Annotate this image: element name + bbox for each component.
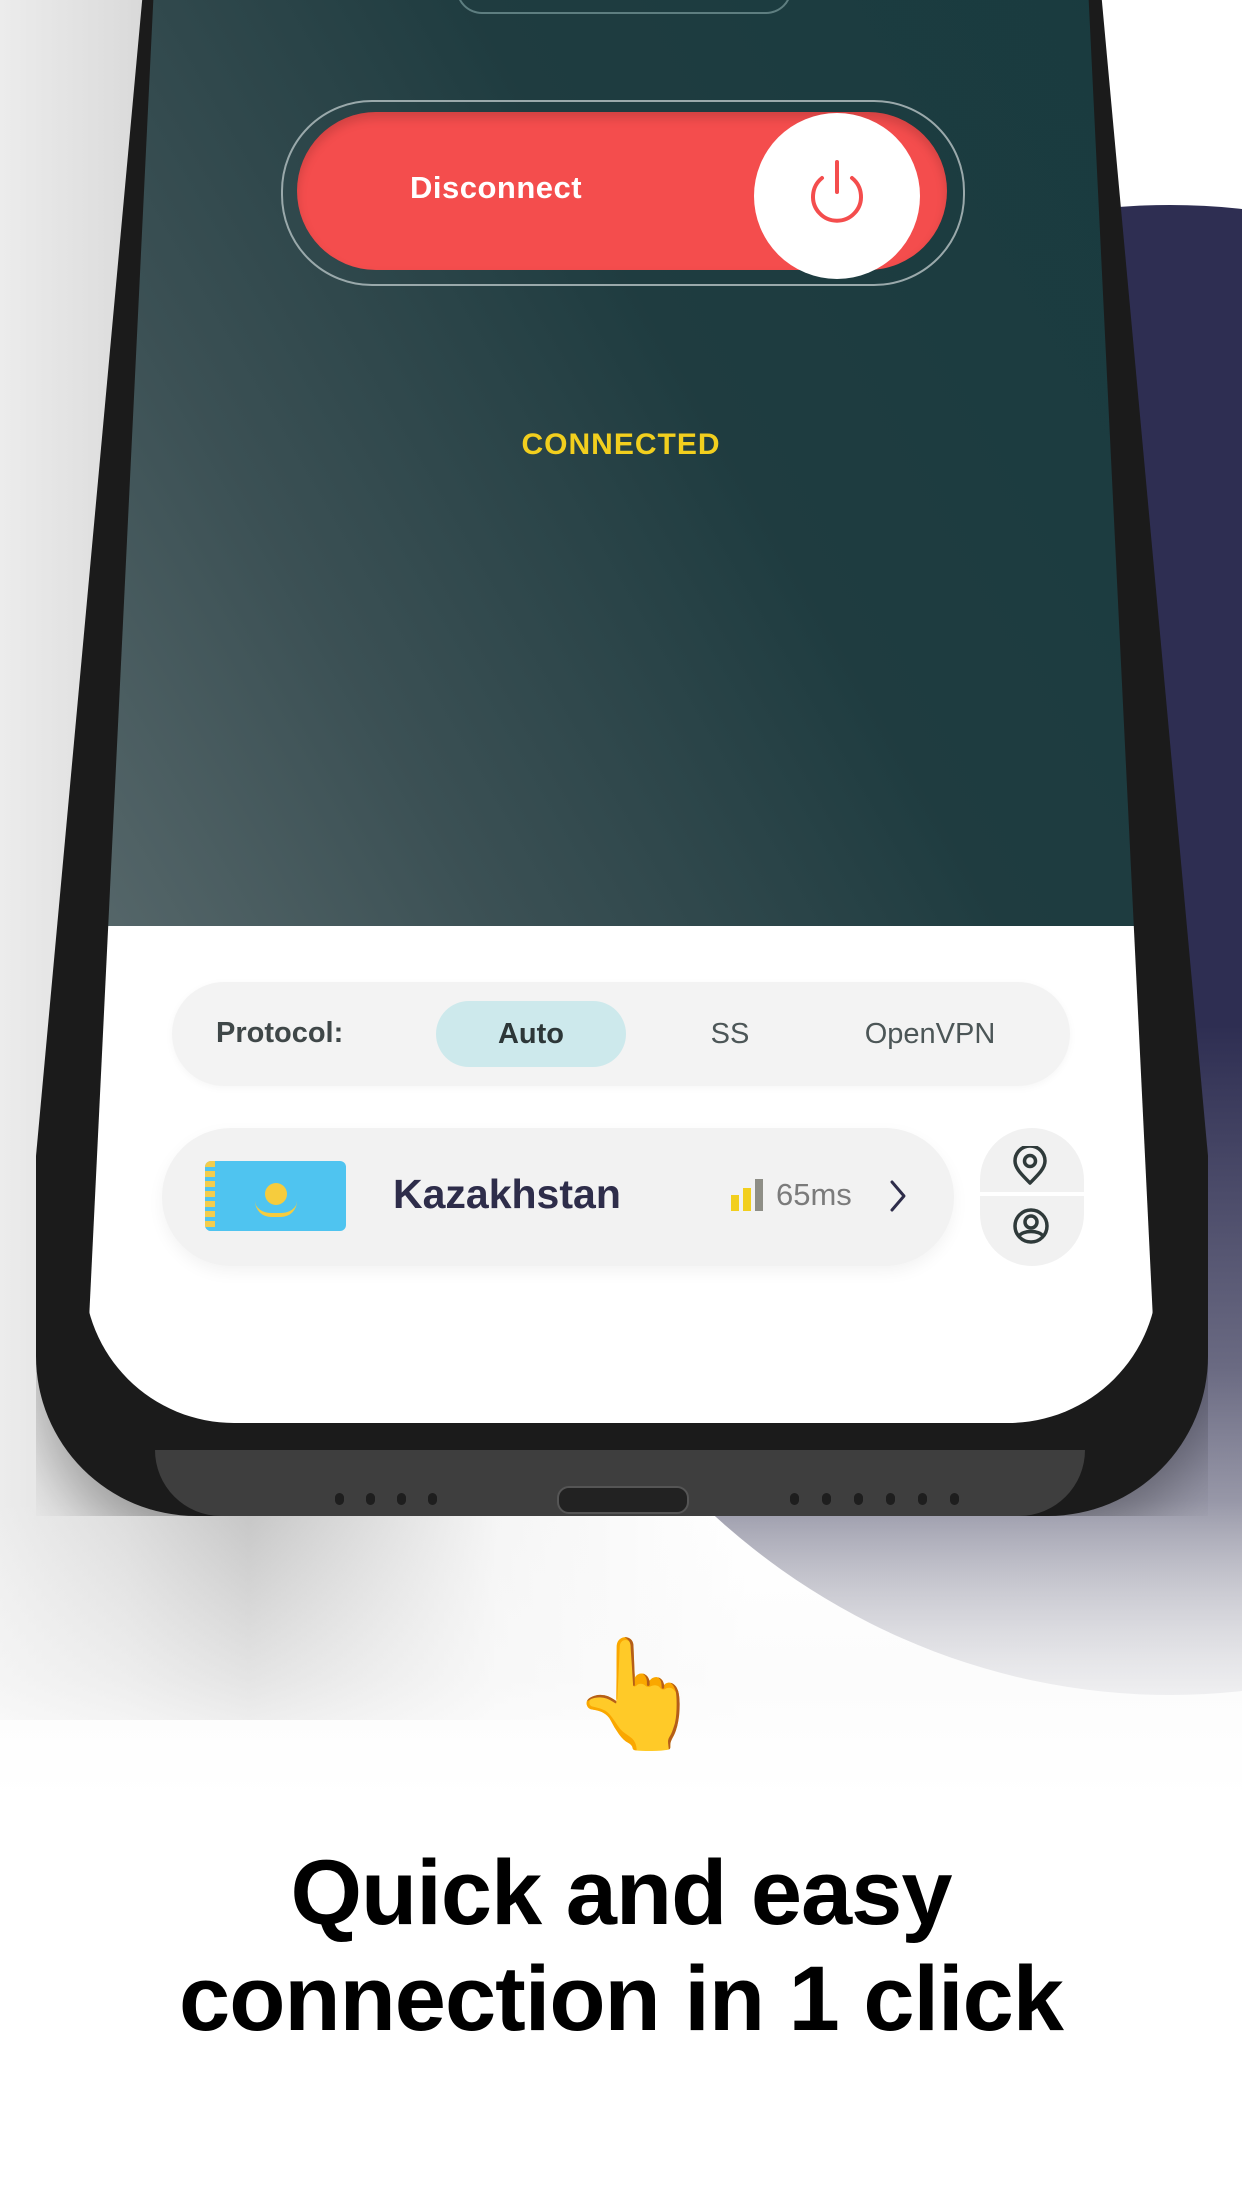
location-pin-icon[interactable] bbox=[1011, 1146, 1049, 1186]
speaker-hole bbox=[397, 1493, 406, 1505]
speaker-hole bbox=[886, 1493, 895, 1505]
protocol-option-ss[interactable]: SS bbox=[680, 1001, 780, 1067]
promo-headline: Quick and easy connection in 1 click bbox=[0, 1840, 1242, 2052]
top-info-pill bbox=[456, 0, 792, 14]
disconnect-label: Disconnect bbox=[410, 170, 583, 205]
server-country: Kazakhstan bbox=[393, 1171, 621, 1217]
kazakhstan-flag-icon bbox=[205, 1161, 346, 1231]
speaker-hole bbox=[790, 1493, 799, 1505]
speaker-hole bbox=[366, 1493, 375, 1505]
promo-headline-line1: Quick and easy bbox=[290, 1842, 953, 1944]
power-icon bbox=[811, 160, 863, 223]
protocol-option-openvpn[interactable]: OpenVPN bbox=[840, 1001, 1020, 1067]
charging-port bbox=[557, 1486, 689, 1514]
pointing-up-emoji: 👆 bbox=[570, 1633, 705, 1754]
side-actions-divider bbox=[980, 1192, 1084, 1196]
speaker-hole bbox=[950, 1493, 959, 1505]
promo-headline-line2: connection in 1 click bbox=[179, 1948, 1064, 2050]
speaker-hole bbox=[854, 1493, 863, 1505]
server-ping: 65ms bbox=[776, 1177, 852, 1212]
speaker-hole bbox=[335, 1493, 344, 1505]
protocol-option-auto[interactable]: Auto bbox=[436, 1001, 626, 1067]
connection-status: CONNECTED bbox=[521, 428, 721, 461]
speaker-hole bbox=[822, 1493, 831, 1505]
speaker-hole bbox=[428, 1493, 437, 1505]
protocol-label: Protocol: bbox=[216, 1017, 344, 1049]
power-toggle-knob[interactable] bbox=[754, 113, 920, 279]
user-circle-icon[interactable] bbox=[1012, 1207, 1050, 1245]
speaker-hole bbox=[918, 1493, 927, 1505]
chevron-right-icon bbox=[890, 1180, 906, 1212]
signal-strength-icon bbox=[731, 1179, 763, 1211]
